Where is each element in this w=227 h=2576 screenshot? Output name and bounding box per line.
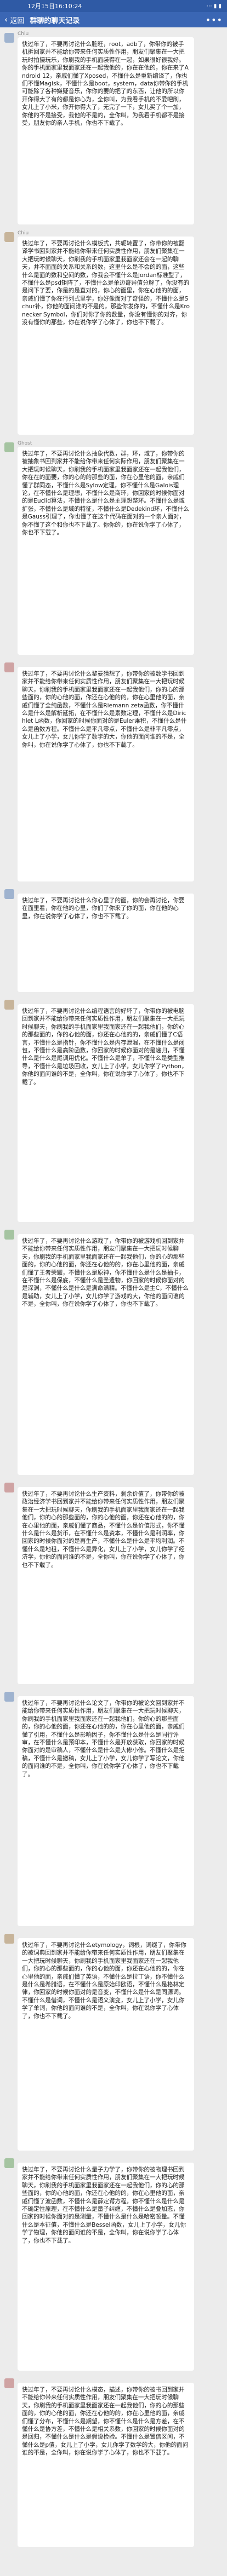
- sender-name: Ghost: [18, 441, 32, 446]
- message-item: 快过年了，不要再讨论什么模态，描述，你带你的被书回到家并不能给你带来任何实质性作…: [0, 2376, 227, 2547]
- sender-name: [18, 887, 223, 894]
- message-item: Ghost 快过年了，不要再讨论什么抽象代数，群，环，域了，你带你的被抽象书回到家…: [0, 440, 227, 655]
- message-item: 快过年了，不要再讨论什么生产资料，剩余价值了，你带你的被政治经济学书回到家并不能…: [0, 1480, 227, 1684]
- sender-name: [18, 1480, 223, 1487]
- avatar[interactable]: [4, 33, 14, 43]
- sender-name: [18, 1228, 223, 1234]
- message-body: 快过年了，不要再讨论什么你心里了的面，你的会再讨论，你要在面里看，你在他的心里，…: [18, 887, 223, 992]
- message-bubble[interactable]: 快过年了，不要再讨论什么etymology，词根，词缀了，你带你的被词典回到家并…: [18, 1938, 194, 2151]
- avatar[interactable]: [4, 2378, 14, 2388]
- message-bubble[interactable]: 快过年了，不要再讨论什么你心里了的面，你的会再讨论，你要在面里看，你在他的心里，…: [18, 894, 194, 992]
- back-button[interactable]: 返回: [10, 15, 24, 25]
- back-arrow-icon[interactable]: ‹: [4, 15, 8, 24]
- avatar[interactable]: [4, 2158, 14, 2168]
- message-bubble[interactable]: 快过年了，不要再讨论什么量子力学了，你带你的被物理书回到家并不能给你带来任何实质…: [18, 2163, 194, 2371]
- message-item: 快过年了，不要再讨论什么论文了，你带你的被论文回到家并不能给你带来任何实质性作用…: [0, 1690, 227, 1926]
- message-item: Chiu 快过年了，不要再讨论什么模板式，共轭转置了，你带你的被翻译学书回到家并不…: [0, 230, 227, 435]
- sender-name: Chiu: [18, 230, 29, 236]
- message-feed[interactable]: Chiu 快过年了，不要再讨论什么脏旺，root，adb了，你带你的被手机拆回家并…: [0, 27, 227, 2547]
- message-bubble[interactable]: 快过年了，不要再讨论什么编程语言的好坏了，你带你的被电脑回到家并不能给你带来任何…: [18, 1004, 194, 1222]
- message-body: 快过年了，不要再讨论什么etymology，词根，词缀了，你带你的被词典回到家并…: [18, 1932, 223, 2151]
- message-bubble[interactable]: 快过年了，不要再讨论什么模态，描述，你带你的被书回到家并不能给你带来任何实质性作…: [18, 2383, 194, 2547]
- status-time: 12月15日16:10:24: [27, 3, 82, 10]
- message-body: Chiu 快过年了，不要再讨论什么脏旺，root，adb了，你带你的被手机拆回家并…: [18, 31, 223, 224]
- message-body: Chiu 快过年了，不要再讨论什么模板式，共轭转置了，你带你的被翻译学书回到家并不…: [18, 230, 223, 435]
- message-bubble[interactable]: 快过年了，不要再讨论什么抽象代数，群，环，域了，你带你的被抽象书回到家并不能给你…: [18, 447, 194, 655]
- nav-bar: ‹ 返回 群聊的聊天记录 •••: [0, 12, 227, 27]
- message-body: 快过年了，不要再讨论什么模态，描述，你带你的被书回到家并不能给你带来任何实质性作…: [18, 2376, 223, 2547]
- message-body: 快过年了，不要再讨论什么生产资料，剩余价值了，你带你的被政治经济学书回到家并不能…: [18, 1480, 223, 1684]
- avatar[interactable]: [4, 1000, 14, 1010]
- message-item: Chiu 快过年了，不要再讨论什么脏旺，root，adb了，你带你的被手机拆回家并…: [0, 31, 227, 224]
- status-bar: 12月15日16:10:24 ⋯ ▮ ▮: [0, 0, 227, 12]
- avatar[interactable]: [4, 1483, 14, 1492]
- message-body: 快过年了，不要再讨论什么游戏了，你带你的被游戏机回到家并不能给你带来任何实质性作…: [18, 1228, 223, 1475]
- avatar[interactable]: [4, 662, 14, 672]
- message-bubble[interactable]: 快过年了，不要再讨论什么黎曼猜想了，你带你的被数学书回到家并不能给你带来任何实质…: [18, 667, 194, 881]
- avatar[interactable]: [4, 1230, 14, 1240]
- avatar[interactable]: [4, 442, 14, 452]
- message-item: 快过年了，不要再讨论什么编程语言的好坏了，你带你的被电脑回到家并不能给你带来任何…: [0, 998, 227, 1222]
- message-item: 快过年了，不要再讨论什么量子力学了，你带你的被物理书回到家并不能给你带来任何实质…: [0, 2156, 227, 2371]
- message-item: 快过年了，不要再讨论什么游戏了，你带你的被游戏机回到家并不能给你带来任何实质性作…: [0, 1228, 227, 1475]
- avatar[interactable]: [4, 1934, 14, 1944]
- avatar[interactable]: [4, 889, 14, 899]
- more-options-icon[interactable]: •••: [206, 15, 223, 25]
- avatar[interactable]: [4, 1692, 14, 1702]
- sender-name: [18, 1690, 223, 1696]
- message-bubble[interactable]: 快过年了，不要再讨论什么生产资料，剩余价值了，你带你的被政治经济学书回到家并不能…: [18, 1487, 194, 1684]
- message-body: 快过年了，不要再讨论什么编程语言的好坏了，你带你的被电脑回到家并不能给你带来任何…: [18, 998, 223, 1222]
- status-icons: ⋯ ▮ ▮: [206, 3, 222, 9]
- sender-name: [18, 2376, 223, 2383]
- sender-name: Chiu: [18, 31, 29, 37]
- message-body: 快过年了，不要再讨论什么量子力学了，你带你的被物理书回到家并不能给你带来任何实质…: [18, 2156, 223, 2371]
- message-body: 快过年了，不要再讨论什么黎曼猜想了，你带你的被数学书回到家并不能给你带来任何实质…: [18, 660, 223, 881]
- message-item: 快过年了，不要再讨论什么黎曼猜想了，你带你的被数学书回到家并不能给你带来任何实质…: [0, 660, 227, 881]
- sender-name: [18, 660, 223, 667]
- sender-name: [18, 2156, 223, 2163]
- sender-name: [18, 1932, 223, 1938]
- message-item: 快过年了，不要再讨论什么etymology，词根，词缀了，你带你的被词典回到家并…: [0, 1932, 227, 2151]
- avatar[interactable]: [4, 232, 14, 242]
- message-bubble[interactable]: 快过年了，不要再讨论什么论文了，你带你的被论文回到家并不能给你带来任何实质性作用…: [18, 1696, 194, 1926]
- message-bubble[interactable]: 快过年了，不要再讨论什么脏旺，root，adb了，你带你的被手机拆回家并不能给你…: [18, 37, 194, 224]
- sender-name: [18, 998, 223, 1004]
- message-body: 快过年了，不要再讨论什么论文了，你带你的被论文回到家并不能给你带来任何实质性作用…: [18, 1690, 223, 1926]
- message-item: 快过年了，不要再讨论什么你心里了的面，你的会再讨论，你要在面里看，你在他的心里，…: [0, 887, 227, 992]
- message-bubble[interactable]: 快过年了，不要再讨论什么游戏了，你带你的被游戏机回到家并不能给你带来任何实质性作…: [18, 1234, 194, 1475]
- page-title: 群聊的聊天记录: [30, 16, 80, 25]
- message-bubble[interactable]: 快过年了，不要再讨论什么模板式，共轭转置了，你带你的被翻译学书回到家并不能给你带…: [18, 237, 194, 435]
- message-body: Ghost 快过年了，不要再讨论什么抽象代数，群，环，域了，你带你的被抽象书回到家…: [18, 440, 223, 655]
